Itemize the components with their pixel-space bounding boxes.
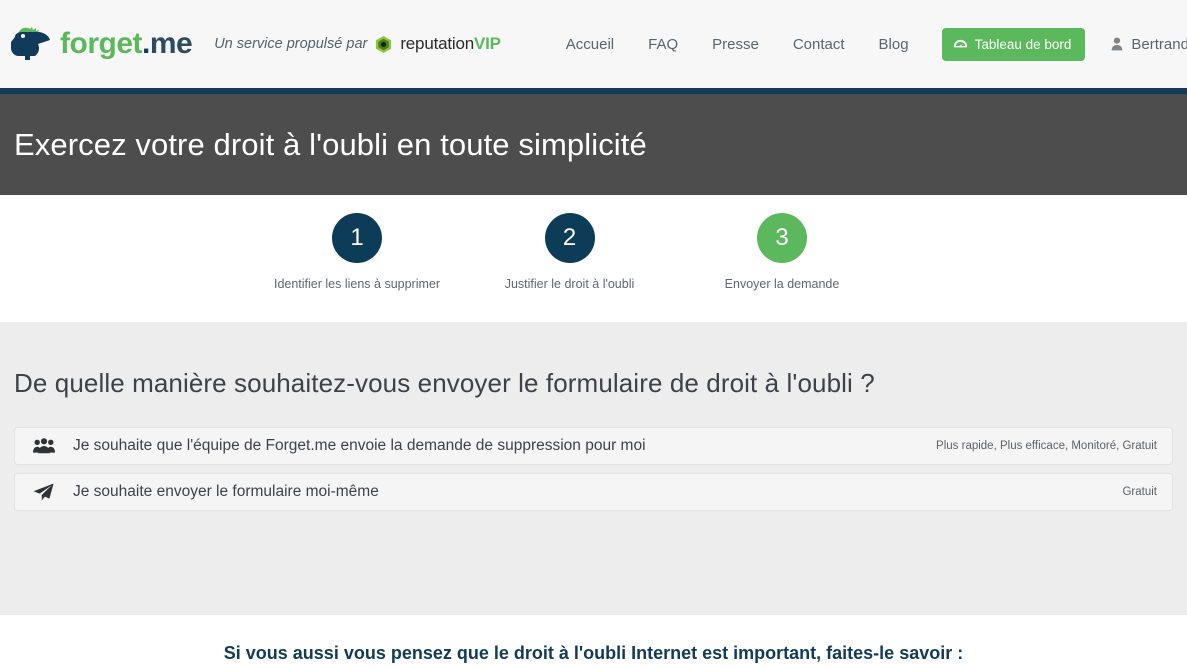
step-bubble-2: 2 xyxy=(544,213,595,263)
step-label-2: Justifier le droit à l'oubli xyxy=(504,277,635,291)
step-bubble-3: 3 xyxy=(757,213,807,263)
reputationvip-hex-icon xyxy=(374,35,393,54)
users-group-icon xyxy=(33,438,57,454)
step-bubble-1: 1 xyxy=(332,213,382,263)
partner-suffix: VIP xyxy=(473,34,501,53)
step-item-1[interactable]: 1 Identifier les liens à supprimer xyxy=(272,213,442,291)
partner-tagline: Un service propulsé par reputationVIP xyxy=(214,34,501,54)
option-label-team-sends: Je souhaite que l'équipe de Forget.me en… xyxy=(73,437,646,454)
step-label-1: Identifier les liens à supprimer xyxy=(273,277,441,291)
site-header: forget.me Un service propulsé par reputa… xyxy=(0,0,1187,88)
nav-item-presse[interactable]: Presse xyxy=(695,28,776,61)
question-title: De quelle manière souhaitez-vous envoyer… xyxy=(14,368,875,398)
dashboard-button[interactable]: Tableau de bord xyxy=(941,27,1086,61)
step-item-3[interactable]: 3 Envoyer la demande xyxy=(697,213,867,291)
forget-me-bird-logo xyxy=(8,25,52,63)
step-item-2[interactable]: 2 Justifier le droit à l'oubli xyxy=(442,213,697,291)
page-title: Exercez votre droit à l'oubli en toute s… xyxy=(14,126,647,162)
option-row-self-sends[interactable]: Je souhaite envoyer le formulaire moi-mê… xyxy=(14,473,1173,511)
dashboard-gauge-icon xyxy=(953,37,968,52)
nav-item-blog[interactable]: Blog xyxy=(862,28,926,61)
footer-cta-section: Si vous aussi vous pensez que le droit à… xyxy=(0,615,1187,670)
option-meta-team-sends: Plus rapide, Plus efficace, Monitoré, Gr… xyxy=(936,440,1157,452)
steps-list: 1 Identifier les liens à supprimer 2 Jus… xyxy=(0,195,1187,291)
tagline-text: Un service propulsé par xyxy=(214,36,368,52)
user-icon xyxy=(1111,37,1123,51)
option-meta-self-sends: Gratuit xyxy=(1122,486,1157,498)
dashboard-button-label: Tableau de bord xyxy=(974,36,1072,52)
brand-word-forget: forget xyxy=(60,27,143,60)
brand-wordmark: forget.me xyxy=(60,27,193,61)
partner-name: reputation xyxy=(400,34,474,53)
nav-item-accueil[interactable]: Accueil xyxy=(549,28,631,61)
nav-item-contact[interactable]: Contact xyxy=(776,28,862,61)
brand-logo-link[interactable]: forget.me xyxy=(8,25,193,63)
option-row-team-sends[interactable]: Je souhaite que l'équipe de Forget.me en… xyxy=(14,427,1173,465)
brand-word-me: me xyxy=(149,27,193,60)
steps-section: 1 Identifier les liens à supprimer 2 Jus… xyxy=(0,195,1187,322)
brand-word-dot: . xyxy=(142,27,150,60)
option-label-self-sends: Je souhaite envoyer le formulaire moi-mê… xyxy=(73,483,379,500)
paper-plane-icon xyxy=(33,483,57,501)
main-navigation: Accueil FAQ Presse Contact Blog Tableau … xyxy=(549,27,1187,61)
user-menu[interactable]: Bertrand ENJ... xyxy=(1111,36,1187,53)
page-banner: Exercez votre droit à l'oubli en toute s… xyxy=(0,94,1187,195)
step-label-3: Envoyer la demande xyxy=(724,277,840,291)
footer-cta-text: Si vous aussi vous pensez que le droit à… xyxy=(223,643,964,663)
partner-wordmark: reputationVIP xyxy=(400,34,501,54)
question-section: De quelle manière souhaitez-vous envoyer… xyxy=(0,322,1187,615)
nav-item-faq[interactable]: FAQ xyxy=(631,28,695,61)
user-name-label: Bertrand ENJ... xyxy=(1131,35,1187,53)
